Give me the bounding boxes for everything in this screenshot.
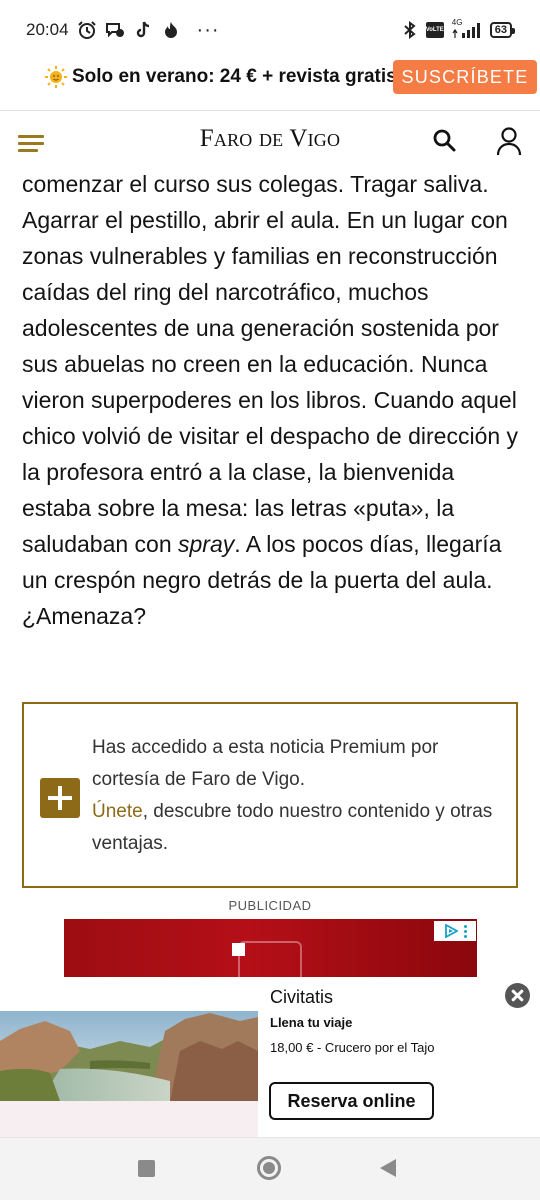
premium-text: Has accedido a esta noticia Premium por … [92, 732, 502, 860]
article-paragraph: comenzar el curso sus colegas. Tragar sa… [22, 166, 522, 634]
reserve-online-button[interactable]: Reserva online [269, 1082, 434, 1120]
join-link[interactable]: Únete [92, 801, 143, 822]
premium-line-1: Has accedido a esta noticia Premium por … [92, 737, 439, 790]
ad-headline[interactable]: Llena tu viaje [270, 1015, 352, 1030]
plus-icon[interactable] [40, 778, 80, 818]
close-icon[interactable] [505, 983, 530, 1008]
ad-image-strip [0, 1101, 258, 1137]
brand-logo-second: de Vigo [258, 125, 341, 152]
ad-banner-shape [238, 941, 302, 977]
home-icon[interactable] [257, 1156, 281, 1180]
volte-label: VoLTE [425, 26, 444, 33]
chat-icon [105, 20, 125, 40]
signal-icon: 4G [450, 18, 484, 40]
status-bar: 20:04 ··· VoLTE 4G 63 [0, 0, 540, 60]
user-icon[interactable] [496, 126, 522, 161]
status-right: VoLTE 4G 63 [400, 18, 516, 40]
ad-choices-icon[interactable] [434, 921, 476, 941]
bluetooth-icon [400, 20, 420, 40]
back-icon[interactable] [380, 1159, 396, 1177]
site-header: Faro de Vigo [0, 110, 540, 172]
ad-brand[interactable]: Civitatis [270, 987, 333, 1008]
subscribe-button[interactable]: SUSCRÍBETE [393, 60, 537, 94]
alarm-icon [77, 20, 97, 40]
flame-icon [161, 20, 181, 40]
promo-bar: Solo en verano: 24 € + revista gratis SU… [0, 60, 540, 96]
brand-logo[interactable]: Faro de Vigo [0, 125, 540, 153]
status-time: 20:04 [26, 20, 69, 39]
premium-notice: Has accedido a esta noticia Premium por … [22, 702, 518, 888]
battery-level: 63 [494, 24, 507, 36]
article-body: comenzar el curso sus colegas. Tragar sa… [22, 166, 522, 634]
sticky-ad[interactable]: Civitatis Llena tu viaje 18,00 € - Cruce… [0, 977, 540, 1137]
system-nav-bar [0, 1137, 540, 1200]
battery-icon: 63 [489, 22, 516, 38]
volte-icon: VoLTE [426, 22, 444, 38]
sun-icon [44, 65, 68, 89]
ad-banner-square [232, 943, 245, 956]
status-left: 20:04 ··· [26, 19, 220, 42]
ad-price: 18,00 € - Crucero por el Tajo [270, 1040, 435, 1055]
brand-logo-first: Faro [199, 125, 253, 152]
tiktok-icon [133, 20, 153, 40]
article-text: comenzar el curso sus colegas. Tragar sa… [22, 171, 519, 557]
more-notifications: ··· [196, 18, 220, 41]
ad-banner[interactable] [64, 919, 477, 977]
advertising-label: PUBLICIDAD [228, 898, 312, 913]
network-label: 4G [451, 18, 463, 27]
promo-text[interactable]: Solo en verano: 24 € + revista gratis [72, 66, 397, 88]
ad-landscape-image[interactable] [0, 1011, 258, 1101]
recents-icon[interactable] [138, 1160, 155, 1177]
premium-line-2: , descubre todo nuestro contenido y otra… [92, 801, 493, 854]
search-icon[interactable] [432, 128, 458, 159]
article-italic-word: spray [178, 531, 235, 557]
